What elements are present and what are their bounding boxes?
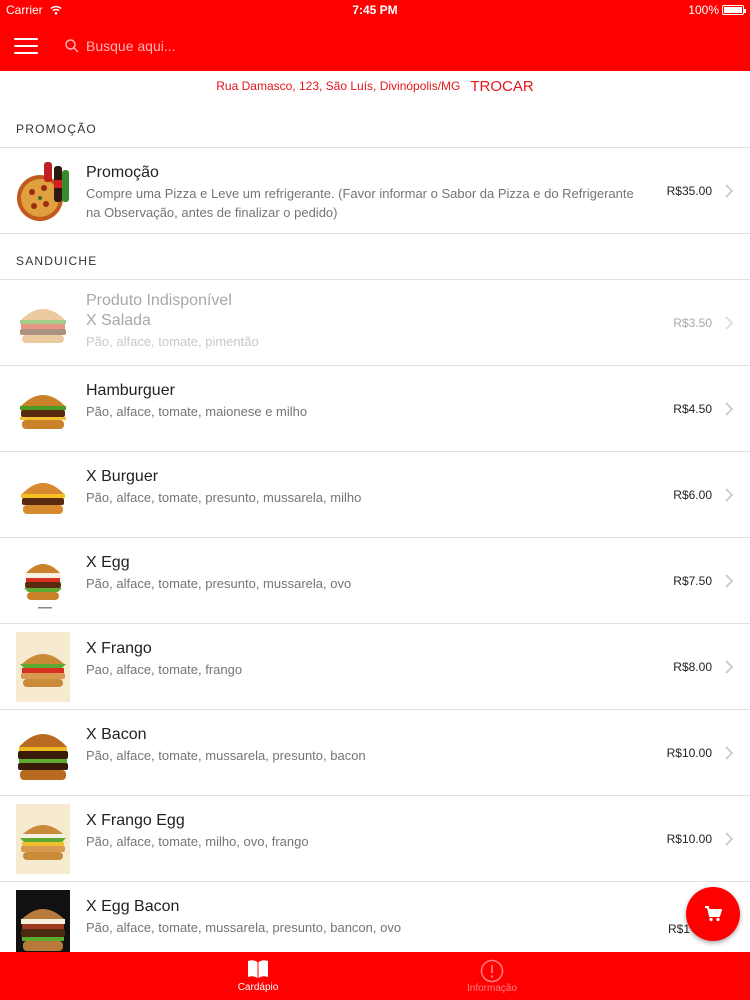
search-icon — [65, 39, 79, 53]
burger-bacon-image — [16, 718, 70, 788]
item-description: Pão, alface, tomate, pimentão — [86, 334, 259, 349]
chevron-right-icon — [725, 660, 734, 674]
item-title: X Frango — [86, 640, 152, 657]
chevron-right-icon — [725, 402, 734, 416]
item-description: Pao, alface, tomate, frango — [86, 662, 243, 677]
burger-salad-image — [16, 288, 70, 358]
item-title: X Bacon — [86, 726, 147, 743]
section-header-sanduiche: SANDUICHE — [0, 234, 750, 280]
menu-item-x-bacon[interactable]: X Bacon Pão, alface, tomate, mussarela, … — [0, 710, 750, 796]
burger-classic-image — [16, 374, 70, 444]
chevron-right-icon — [725, 746, 734, 760]
menu-list: PROMOÇÃO Promoção Compre uma Pizza e Lev… — [0, 102, 750, 952]
item-text: X Frango Egg Pão, alface, tomate, milho,… — [86, 811, 646, 851]
search-input[interactable] — [86, 38, 686, 54]
top-navbar — [0, 20, 750, 71]
item-price: R$10.00 — [666, 832, 712, 846]
burger-chicken-image — [16, 632, 70, 702]
item-text: Hamburguer Pão, alface, tomate, maionese… — [86, 381, 646, 421]
item-title: X Egg — [86, 554, 130, 571]
change-address-button[interactable]: TROCAR — [470, 78, 533, 95]
delivery-address-bar: Rua Damasco, 123, São Luís, Divinópolis/… — [0, 71, 750, 101]
book-icon — [248, 960, 268, 978]
item-price: R$7.50 — [673, 574, 712, 588]
bottom-tab-bar: Cardápio Informação — [0, 952, 750, 1000]
item-title: Hamburguer — [86, 382, 175, 399]
item-price: R$6.00 — [673, 488, 712, 502]
menu-item-hamburguer[interactable]: Hamburguer Pão, alface, tomate, maionese… — [0, 366, 750, 452]
menu-item-x-frango-egg[interactable]: X Frango Egg Pão, alface, tomate, milho,… — [0, 796, 750, 882]
item-description: Pão, alface, tomate, presunto, mussarela… — [86, 490, 362, 505]
item-description: Pão, alface, tomate, mussarela, presunto… — [86, 748, 366, 763]
item-description: Pão, alface, tomate, maionese e milho — [86, 404, 308, 419]
menu-item-x-burguer[interactable]: X Burguer Pão, alface, tomate, presunto,… — [0, 452, 750, 538]
shopping-cart-icon — [705, 906, 722, 922]
item-text: Promoção Compre uma Pizza e Leve um refr… — [86, 163, 646, 222]
item-price: R$35.00 — [666, 184, 712, 198]
battery-percent: 100% — [688, 3, 719, 17]
item-title: X Burguer — [86, 468, 159, 485]
item-text: X Egg Bacon Pão, alface, tomate, mussare… — [86, 897, 646, 937]
burger-cheese-image — [16, 460, 70, 530]
unavailable-label: Produto Indisponível — [86, 292, 232, 309]
item-description: Pão, alface, tomate, presunto, mussarela… — [86, 576, 352, 591]
chevron-right-icon — [725, 488, 734, 502]
item-description: Compre uma Pizza e Leve um refrigerante.… — [86, 186, 634, 220]
menu-item-x-egg-bacon[interactable]: X Egg Bacon Pão, alface, tomate, mussare… — [0, 882, 750, 952]
chevron-right-icon — [725, 832, 734, 846]
chevron-right-icon — [725, 184, 734, 198]
burger-egg-image — [16, 546, 70, 616]
battery-status: 100% — [688, 3, 746, 17]
section-header-promocao: PROMOÇÃO — [0, 102, 750, 148]
chevron-right-icon — [725, 316, 734, 330]
item-title: Promoção — [86, 164, 159, 181]
clock: 7:45 PM — [352, 3, 398, 17]
item-description: Pão, alface, tomate, milho, ovo, frango — [86, 834, 309, 849]
cart-button[interactable] — [686, 887, 740, 941]
chevron-right-icon — [725, 574, 734, 588]
item-title: X Egg Bacon — [86, 898, 180, 915]
menu-item-x-frango[interactable]: X Frango Pao, alface, tomate, frango R$8… — [0, 624, 750, 710]
menu-item-x-egg[interactable]: X Egg Pão, alface, tomate, presunto, mus… — [0, 538, 750, 624]
item-price: R$10.00 — [666, 746, 712, 760]
tab-informacao[interactable]: Informação — [304, 952, 680, 1000]
burger-egg-bacon-image — [16, 890, 70, 952]
burger-chicken-egg-image — [16, 804, 70, 874]
item-title: X Frango Egg — [86, 812, 185, 829]
item-text: X Egg Pão, alface, tomate, presunto, mus… — [86, 553, 646, 593]
item-text: Produto Indisponível X Salada Pão, alfac… — [86, 290, 646, 351]
menu-item-promocao[interactable]: Promoção Compre uma Pizza e Leve um refr… — [0, 148, 750, 234]
item-description: Pão, alface, tomate, mussarela, presunto… — [86, 920, 402, 935]
item-text: X Frango Pao, alface, tomate, frango — [86, 639, 646, 679]
item-price: R$3.50 — [673, 316, 712, 330]
info-icon — [480, 959, 504, 983]
menu-item-x-salada[interactable]: Produto Indisponível X Salada Pão, alfac… — [0, 280, 750, 366]
status-bar: Carrier 7:45 PM 100% — [0, 0, 750, 20]
item-text: X Burguer Pão, alface, tomate, presunto,… — [86, 467, 646, 507]
item-text: X Bacon Pão, alface, tomate, mussarela, … — [86, 725, 646, 765]
item-price: R$8.00 — [673, 660, 712, 674]
search-bar[interactable] — [60, 30, 700, 62]
item-price: R$4.50 — [673, 402, 712, 416]
tab-label: Informação — [466, 983, 518, 994]
address-text: Rua Damasco, 123, São Luís, Divinópolis/… — [216, 79, 461, 93]
tab-label: Cardápio — [237, 982, 279, 993]
battery-icon — [722, 5, 746, 15]
hamburger-menu-icon[interactable] — [14, 38, 38, 54]
pizza-and-soda-image — [16, 156, 70, 226]
item-title: X Salada — [86, 312, 151, 329]
